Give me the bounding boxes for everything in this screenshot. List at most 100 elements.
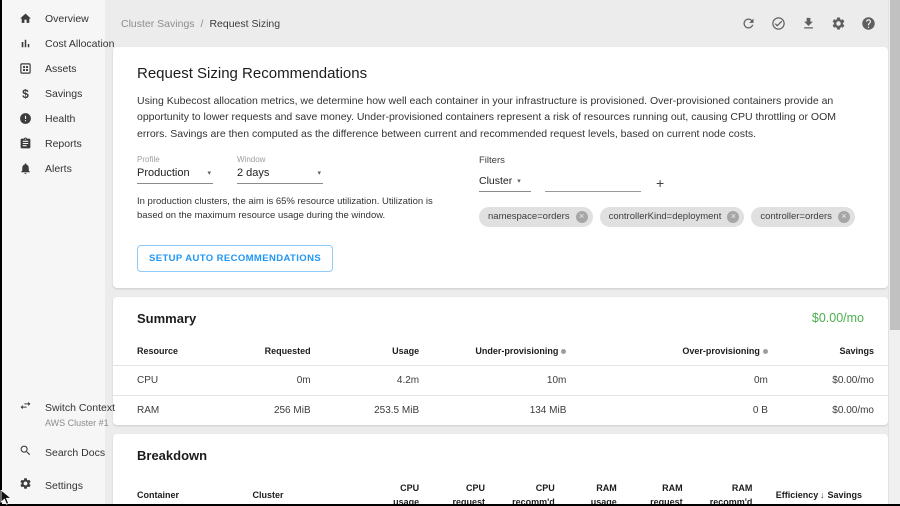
- download-icon: [801, 16, 816, 31]
- summary-table: Resource Requested Usage Under-provision…: [113, 338, 888, 426]
- window-select-label: Window: [237, 155, 323, 164]
- table-row: RAM 256 MiB 253.5 MiB 134 MiB 0 B $0.00/…: [113, 396, 888, 426]
- home-icon: [19, 12, 32, 25]
- page-description: Using Kubecost allocation metrics, we de…: [137, 93, 864, 142]
- health-icon: [19, 112, 32, 125]
- cell-under-provisioning: 10m: [419, 366, 566, 396]
- sidebar-item-label: Alerts: [45, 163, 72, 175]
- sidebar-item-label: Savings: [45, 88, 82, 100]
- close-icon[interactable]: ×: [838, 211, 850, 223]
- column-header[interactable]: Efficiency: [752, 475, 818, 506]
- column-header[interactable]: Cluster: [253, 475, 365, 506]
- breakdown-table: Container Cluster CPUusage CPUrequest CP…: [113, 475, 888, 506]
- bell-icon: [19, 162, 32, 175]
- cell-resource: RAM: [113, 396, 222, 426]
- help-button[interactable]: [860, 16, 876, 32]
- dollar-icon: $: [19, 87, 32, 101]
- current-cluster-label: AWS Cluster #1: [45, 418, 115, 428]
- column-header: Usage: [311, 338, 420, 366]
- main-content: Cluster Savings / Request Sizing Request…: [105, 0, 888, 506]
- cell-savings: $0.00/mo: [768, 366, 888, 396]
- profile-select-label: Profile: [137, 155, 213, 164]
- cell-savings: $0.00/mo: [768, 396, 888, 426]
- topbar: Cluster Savings / Request Sizing: [105, 0, 888, 47]
- column-header[interactable]: RAMrecomm'd: [683, 475, 753, 506]
- cell-usage: 4.2m: [311, 366, 420, 396]
- table-row: CPU 0m 4.2m 10m 0m $0.00/mo: [113, 366, 888, 396]
- settings-label: Settings: [45, 480, 83, 492]
- add-filter-button[interactable]: +: [656, 176, 664, 192]
- window-select[interactable]: Window 2 days ▾: [237, 155, 323, 184]
- gear-icon: [831, 16, 846, 31]
- sidebar-item-label: Reports: [45, 138, 82, 150]
- column-header-sorted[interactable]: ↓Savings: [818, 475, 888, 506]
- close-icon[interactable]: ×: [727, 211, 739, 223]
- sidebar-item-reports[interactable]: Reports: [2, 131, 105, 156]
- sidebar-item-alerts[interactable]: Alerts: [2, 156, 105, 181]
- settings-gear-button[interactable]: [830, 16, 846, 32]
- info-icon[interactable]: [561, 349, 566, 354]
- mouse-cursor: [0, 490, 13, 505]
- info-icon[interactable]: [763, 349, 768, 354]
- switch-context-button[interactable]: Switch Context AWS Cluster #1: [19, 398, 105, 428]
- column-header: Under-provisioning: [419, 338, 566, 366]
- sidebar-item-overview[interactable]: Overview: [2, 6, 105, 31]
- cell-requested: 0m: [222, 366, 311, 396]
- chevron-down-icon: ▾: [517, 177, 521, 185]
- filter-value-input[interactable]: [545, 175, 641, 192]
- switch-context-text: Switch Context AWS Cluster #1: [45, 398, 115, 428]
- filters-label: Filters: [479, 155, 864, 166]
- column-header: Resource: [113, 338, 222, 366]
- column-header[interactable]: RAMrequest: [617, 475, 683, 506]
- sidebar-item-assets[interactable]: Assets: [2, 56, 105, 81]
- chevron-down-icon: ▾: [207, 169, 211, 177]
- breakdown-header-row: Container Cluster CPUusage CPUrequest CP…: [113, 475, 888, 506]
- chip-label: controller=orders: [760, 211, 832, 222]
- sidebar-item-health[interactable]: Health: [2, 106, 105, 131]
- profile-select[interactable]: Profile Production ▾: [137, 155, 213, 184]
- sidebar-item-label: Health: [45, 113, 75, 125]
- sidebar-item-cost-allocation[interactable]: Cost Allocation: [2, 31, 105, 56]
- column-header[interactable]: CPUusage: [365, 475, 419, 506]
- cell-resource: CPU: [113, 366, 222, 396]
- window-left-edge: [0, 0, 2, 506]
- vertical-scrollbar[interactable]: [888, 0, 900, 506]
- chip-label: controllerKind=deployment: [609, 211, 722, 222]
- settings-button[interactable]: Settings: [19, 476, 105, 494]
- scrollbar-thumb[interactable]: [890, 0, 900, 330]
- sidebar-item-savings[interactable]: $ Savings: [2, 81, 105, 106]
- search-docs-button[interactable]: Search Docs: [19, 443, 105, 461]
- profile-window-controls: Profile Production ▾ Window 2 days ▾: [137, 155, 455, 227]
- filter-type-select[interactable]: Cluster ▾: [479, 175, 531, 192]
- refresh-icon: [741, 16, 756, 31]
- close-icon[interactable]: ×: [576, 211, 588, 223]
- profile-select-value: Production: [137, 167, 190, 179]
- column-header[interactable]: RAMusage: [555, 475, 617, 506]
- column-header[interactable]: CPUrecomm'd: [485, 475, 555, 506]
- chip-label: namespace=orders: [488, 211, 570, 222]
- sidebar-item-label: Assets: [45, 63, 77, 75]
- column-header[interactable]: CPUrequest: [419, 475, 485, 506]
- controls-row: Profile Production ▾ Window 2 days ▾: [137, 155, 864, 227]
- sidebar-item-label: Overview: [45, 13, 89, 25]
- health-check-button[interactable]: [770, 16, 786, 32]
- sidebar-nav: Overview Cost Allocation Assets $ Saving…: [2, 0, 105, 181]
- switch-context-label: Switch Context: [45, 402, 115, 414]
- search-icon: [19, 444, 32, 457]
- refresh-button[interactable]: [740, 16, 756, 32]
- download-button[interactable]: [800, 16, 816, 32]
- cell-over-provisioning: 0 B: [566, 396, 768, 426]
- setup-auto-recommendations-button[interactable]: SETUP AUTO RECOMMENDATIONS: [137, 245, 333, 272]
- breadcrumb-parent[interactable]: Cluster Savings: [121, 18, 195, 30]
- filter-chip: namespace=orders ×: [479, 207, 593, 227]
- reports-icon: [19, 137, 32, 150]
- window-select-value: 2 days: [237, 167, 269, 179]
- column-header: Over-provisioning: [566, 338, 768, 366]
- column-header[interactable]: Container: [113, 475, 253, 506]
- sidebar: Overview Cost Allocation Assets $ Saving…: [2, 0, 105, 504]
- breadcrumb: Cluster Savings / Request Sizing: [121, 18, 280, 30]
- column-header: Savings: [768, 338, 888, 366]
- summary-header-row: Resource Requested Usage Under-provision…: [113, 338, 888, 366]
- assets-icon: [19, 62, 32, 75]
- sidebar-footer: Switch Context AWS Cluster #1 Search Doc…: [2, 383, 105, 504]
